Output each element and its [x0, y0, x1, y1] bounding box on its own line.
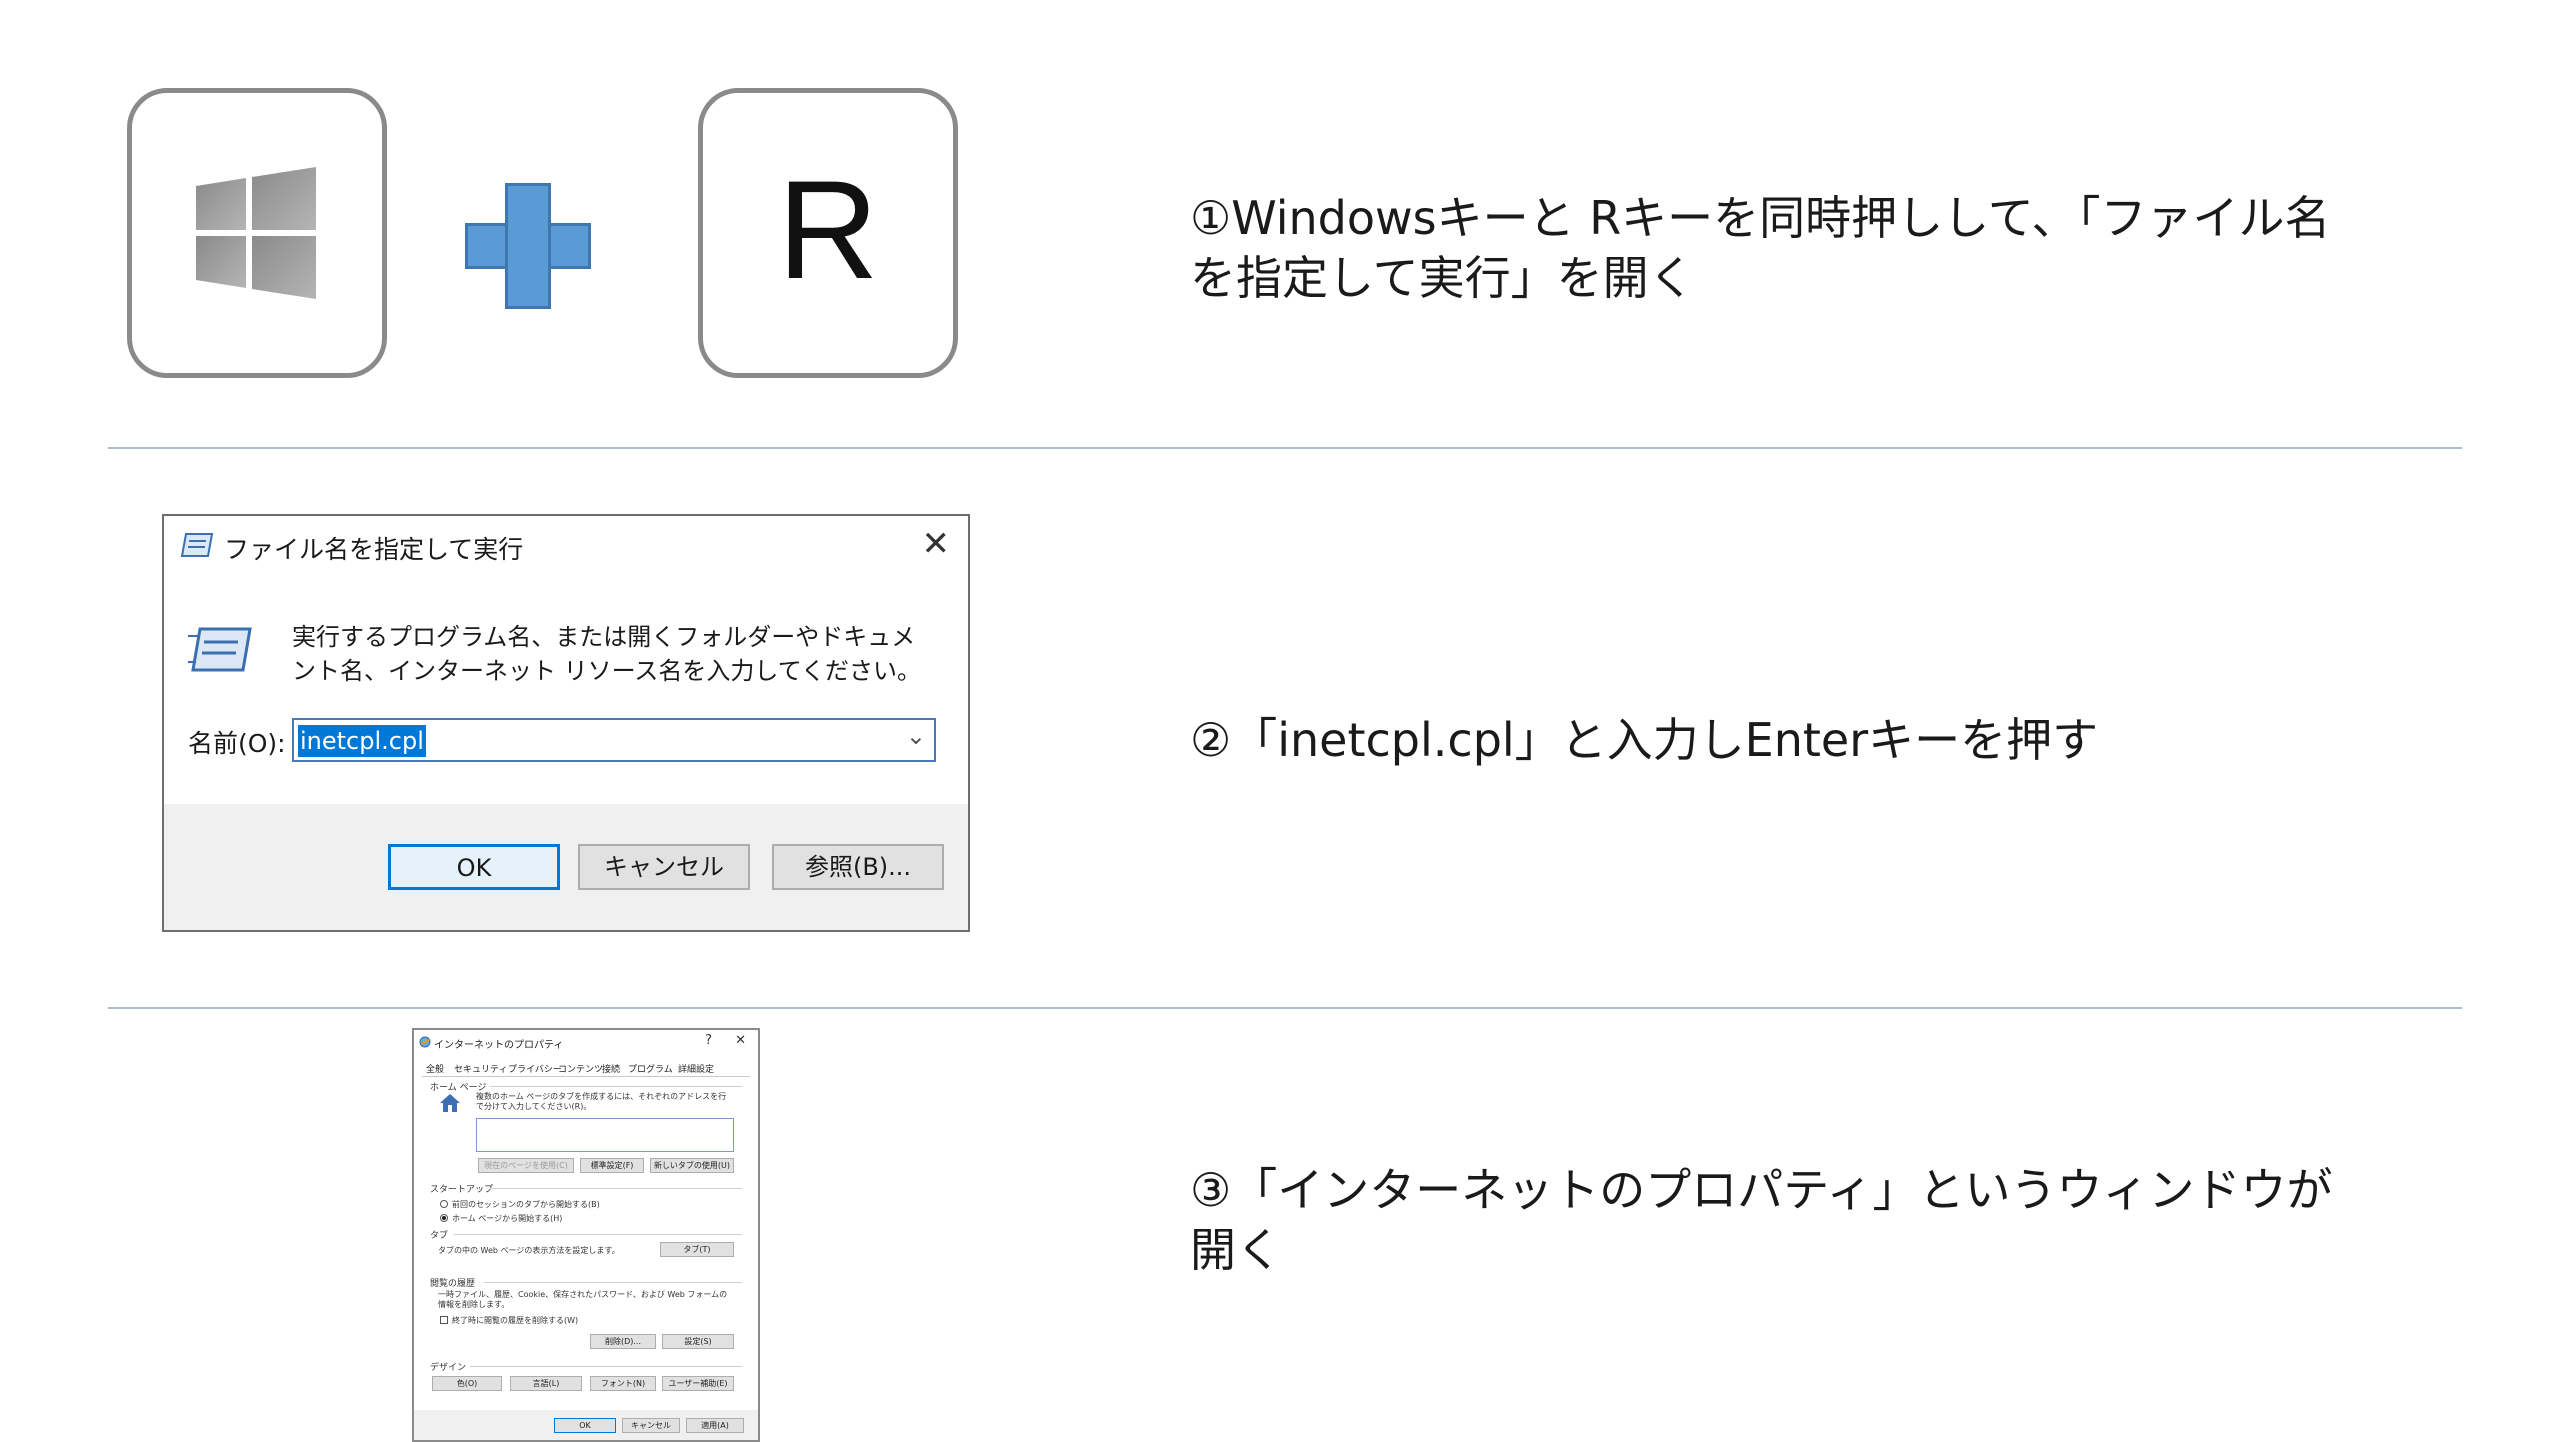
section-rule — [470, 1366, 742, 1367]
cancel-button[interactable]: キャンセル — [622, 1418, 680, 1433]
plus-icon — [465, 183, 591, 309]
ip-homepage-desc: 複数のホーム ページのタブを作成するには、それぞれのアドレスを行で分けて入力して… — [476, 1092, 727, 1111]
delete-on-exit-checkbox[interactable] — [440, 1316, 448, 1324]
startup-home-radio[interactable] — [440, 1214, 448, 1222]
ip-section-history: 閲覧の履歴 — [430, 1279, 476, 1289]
startup-home-label: ホーム ページから開始する(H) — [452, 1214, 563, 1223]
run-name-label: 名前(O): — [188, 729, 286, 758]
ip-tabs-desc: タブの中の Web ページの表示方法を設定します。 — [438, 1246, 620, 1255]
use-current-button[interactable]: 現在のページを使用(C) — [478, 1158, 574, 1173]
startup-prev-radio[interactable] — [440, 1200, 448, 1208]
ip-section-tabs: タブ — [430, 1231, 449, 1241]
run-command-value: inetcpl.cpl — [298, 725, 426, 757]
cancel-button[interactable]: キャンセル — [578, 844, 750, 890]
step-3-text: ③「インターネットのプロパティ」というウィンドウが 開く — [1190, 1163, 2333, 1277]
ip-history-desc: 一時ファイル、履歴、Cookie、保存されたパスワード、および Web フォーム… — [438, 1290, 728, 1309]
run-command-input[interactable]: inetcpl.cpl ⌄ — [292, 718, 936, 762]
close-icon[interactable]: ✕ — [922, 524, 951, 564]
use-newtab-button[interactable]: 新しいタブの使用(U) — [650, 1158, 734, 1173]
ip-title: インターネットのプロパティ — [434, 1040, 564, 1051]
step-1-text: ①Windowsキーと Rキーを同時押しして、「ファイル名 を指定して実行」を開… — [1190, 191, 2331, 305]
divider-2 — [108, 1007, 2462, 1009]
tab-advanced[interactable]: 詳細設定 — [678, 1062, 714, 1075]
history-settings-button[interactable]: 設定(S) — [662, 1334, 734, 1349]
homepage-input[interactable] — [476, 1118, 734, 1152]
apply-button[interactable]: 適用(A) — [686, 1418, 744, 1433]
tab-privacy[interactable]: プライバシー — [508, 1062, 562, 1075]
ok-button[interactable]: OK — [554, 1418, 616, 1433]
r-keycap: R — [698, 88, 958, 378]
section-rule — [454, 1234, 742, 1235]
r-key-label: R — [777, 151, 879, 308]
help-icon[interactable]: ? — [705, 1033, 712, 1048]
delete-on-exit-label: 終了時に閲覧の履歴を削除する(W) — [452, 1316, 579, 1325]
colors-button[interactable]: 色(O) — [432, 1376, 502, 1391]
tab-security[interactable]: セキュリティ — [454, 1062, 507, 1075]
languages-button[interactable]: 言語(L) — [510, 1376, 582, 1391]
ip-footer: OK キャンセル 適用(A) — [414, 1410, 758, 1440]
divider-1 — [108, 447, 2462, 449]
tab-content[interactable]: コンテンツ — [558, 1062, 603, 1075]
ip-section-startup: スタートアップ — [430, 1185, 494, 1195]
ip-section-design: デザイン — [430, 1363, 467, 1373]
windows-keycap — [127, 88, 387, 378]
windows-logo-icon — [196, 167, 316, 299]
accessibility-button[interactable]: ユーザー補助(E) — [662, 1376, 734, 1391]
close-icon[interactable]: ✕ — [735, 1033, 746, 1048]
tabs-settings-button[interactable]: タブ(T) — [660, 1242, 734, 1257]
tab-connections[interactable]: 接続 — [602, 1062, 620, 1075]
use-default-button[interactable]: 標準設定(F) — [580, 1158, 644, 1173]
tab-programs[interactable]: プログラム — [628, 1062, 673, 1075]
fonts-button[interactable]: フォント(N) — [590, 1376, 656, 1391]
run-dialog: ファイル名を指定して実行 ✕ 実行するプログラム名、または開くフォルダーやドキュ… — [162, 514, 970, 932]
run-dialog-footer: OK キャンセル 参照(B)... — [164, 804, 968, 930]
section-rule — [490, 1086, 742, 1087]
browse-button[interactable]: 参照(B)... — [772, 844, 944, 890]
step-2-text: ②「inetcpl.cpl」と入力しEnterキーを押す — [1190, 713, 2099, 767]
run-app-icon — [180, 533, 214, 557]
delete-history-button[interactable]: 削除(D)... — [590, 1334, 656, 1349]
chevron-down-icon[interactable]: ⌄ — [906, 722, 926, 750]
run-description: 実行するプログラム名、または開くフォルダーやドキュメント名、インターネット リソ… — [292, 623, 921, 685]
internet-options-icon — [419, 1036, 431, 1048]
ip-tab-strip: 全般 セキュリティ プライバシー コンテンツ 接続 プログラム 詳細設定 — [422, 1060, 750, 1077]
run-dialog-title: ファイル名を指定して実行 — [224, 535, 524, 564]
run-large-icon — [188, 627, 252, 672]
homepage-house-icon — [440, 1094, 460, 1112]
tab-general[interactable]: 全般 — [426, 1062, 444, 1075]
section-rule — [484, 1282, 742, 1283]
section-rule — [490, 1188, 742, 1189]
startup-prev-label: 前回のセッションのタブから開始する(B) — [452, 1200, 600, 1209]
ok-button[interactable]: OK — [388, 844, 560, 890]
internet-properties-window: インターネットのプロパティ ? ✕ 全般 セキュリティ プライバシー コンテンツ… — [412, 1028, 760, 1442]
